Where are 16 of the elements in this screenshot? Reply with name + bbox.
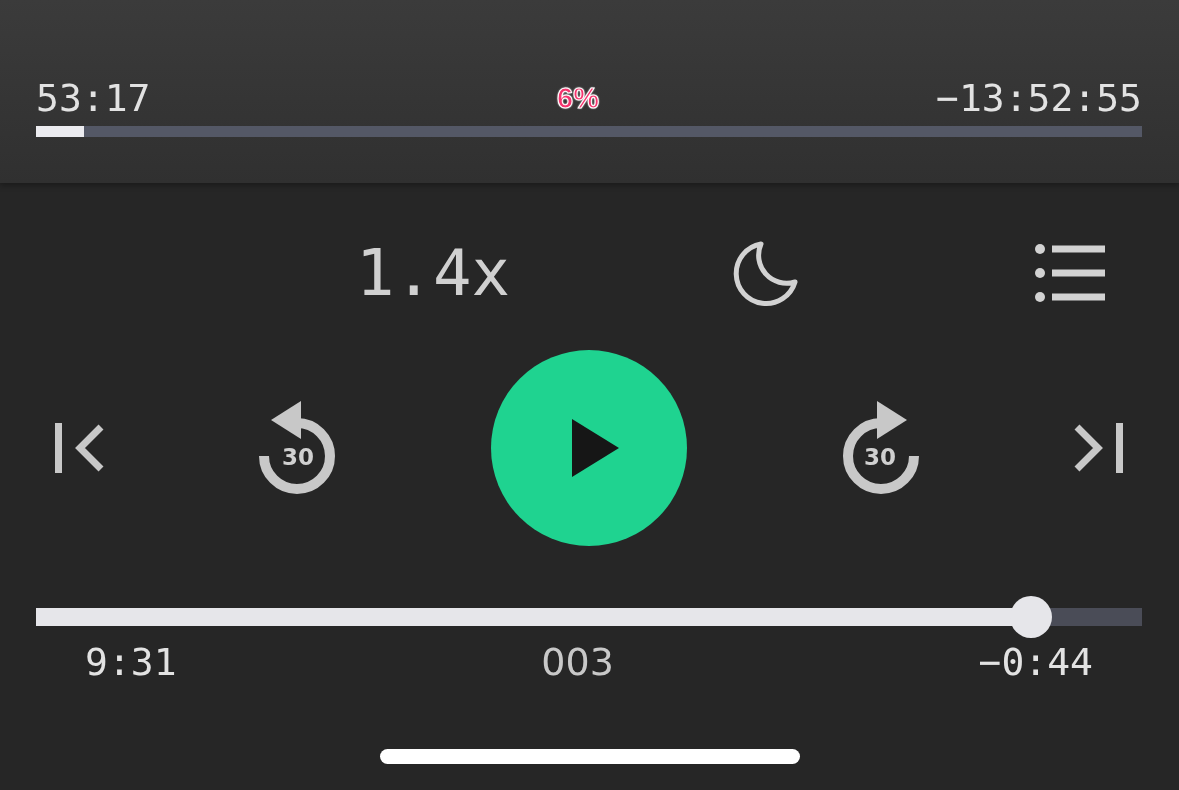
counterclockwise-arrow-icon <box>259 399 337 495</box>
clockwise-arrow-icon <box>841 399 919 495</box>
play-icon <box>571 419 619 477</box>
progress-percent: 6% <box>557 81 599 115</box>
remaining-time: −13:52:55 <box>936 76 1142 120</box>
skip-forward-icon[interactable] <box>1073 423 1123 473</box>
list-icon[interactable] <box>1035 244 1106 302</box>
slider-thumb[interactable] <box>1010 596 1053 638</box>
skip-back-icon[interactable] <box>55 423 105 473</box>
fast-forward-button[interactable]: 30 <box>841 399 919 495</box>
chapter-elapsed-time: 9:31 <box>85 640 177 684</box>
playback-speed-button[interactable]: 1.4x <box>356 233 511 313</box>
elapsed-time: 53:17 <box>36 76 151 120</box>
rewind-button[interactable]: 30 <box>259 399 337 495</box>
chapter-remaining-time: −0:44 <box>978 640 1093 684</box>
chapter-title: 003 <box>541 640 614 684</box>
